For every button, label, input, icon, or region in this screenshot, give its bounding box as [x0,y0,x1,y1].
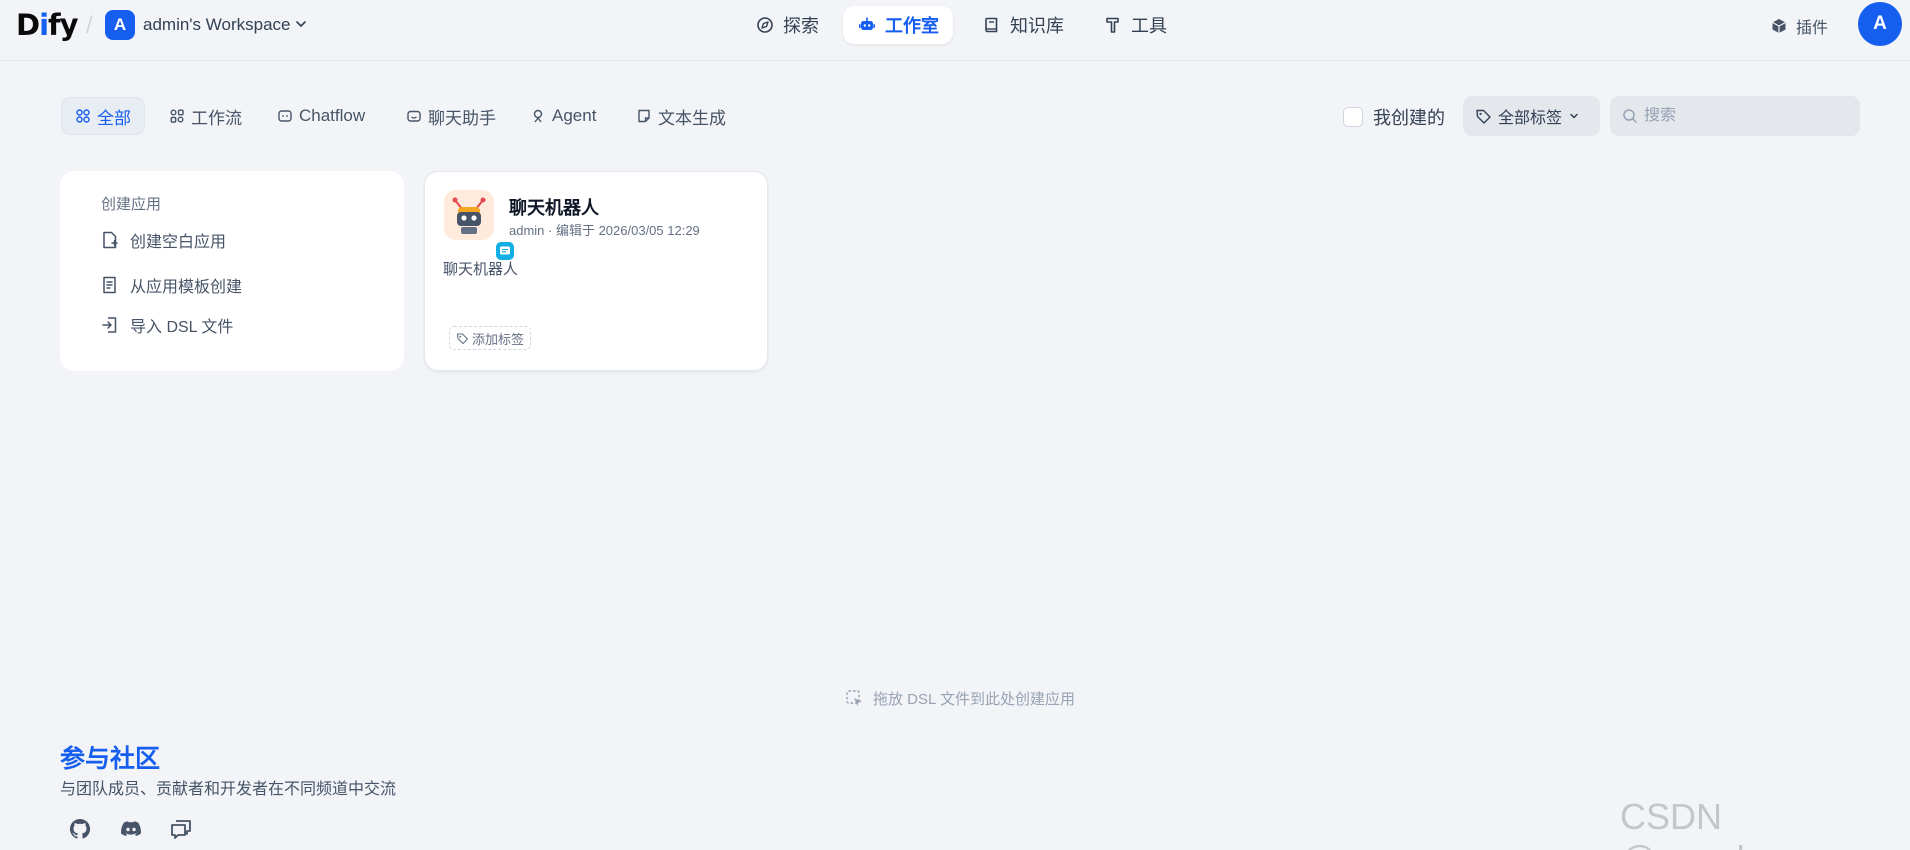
app-icon [444,190,516,262]
drop-hint-text: 拖放 DSL 文件到此处创建应用 [873,691,1075,708]
create-from-template-label: 从应用模板创建 [130,279,243,296]
nav-tools-label: 工具 [1131,16,1167,36]
cube-icon [1772,19,1786,33]
tab-text-generation-label: 文本生成 [658,108,726,128]
nav-explore[interactable]: 探索 [741,6,833,44]
tab-all-label: 全部 [97,108,131,128]
workspace-badge[interactable]: A [105,10,135,40]
nav-knowledge-label: 知识库 [1010,16,1064,36]
chevron-down-icon [1570,113,1578,119]
workflow-icon [170,109,184,123]
add-tag-button[interactable]: 添加标签 [449,326,532,350]
search-icon [1623,109,1637,123]
dify-logo[interactable]: Dify [16,8,79,42]
file-plus-icon [103,231,118,249]
plugin-button[interactable]: 插件 [1770,14,1828,38]
discord-icon[interactable] [117,817,145,841]
workspace-name[interactable]: admin's Workspace [143,15,291,35]
tab-chat-assistant[interactable]: 聊天助手 [392,97,510,135]
app-name: 聊天机器人 [509,198,599,218]
tag-icon [1476,109,1491,124]
plugin-label: 插件 [1796,20,1829,37]
import-icon [102,317,117,333]
csdn-watermark: CSDN @angelasp [1620,796,1803,850]
template-icon [103,276,116,294]
community-title: 参与社区 [60,745,161,773]
compass-icon [757,17,773,33]
tab-workflow[interactable]: 工作流 [155,97,256,135]
import-dsl-button[interactable]: 导入 DSL 文件 [100,313,233,337]
nav-tools[interactable]: 工具 [1089,6,1181,44]
tab-workflow-label: 工作流 [191,108,242,128]
nav-studio-label: 工作室 [885,16,939,36]
app-meta: admin · 编辑于 2026/03/05 12:29 [509,223,700,238]
nav-studio[interactable]: 工作室 [843,6,953,44]
search-box[interactable] [1610,96,1860,136]
robot-icon [859,17,875,30]
hammer-icon [1106,17,1119,33]
search-input[interactable] [1644,107,1844,125]
user-avatar[interactable]: A [1858,2,1902,46]
create-blank-app-label: 创建空白应用 [130,234,227,251]
create-app-card: 创建应用 创建空白应用 从应用模板创建 导入 DSL 文件 [60,171,404,371]
create-from-template-button[interactable]: 从应用模板创建 [100,273,242,297]
create-app-title: 创建应用 [101,196,162,213]
top-header: Dify / A admin's Workspace 探索 工作室 知识库 工具… [0,0,1910,61]
nav-explore-label: 探索 [783,16,819,36]
add-tag-label: 添加标签 [472,331,525,347]
tag-filter-label: 全部标签 [1498,110,1563,127]
tab-chat-assistant-label: 聊天助手 [428,108,496,128]
logo-text-d: D [16,8,40,42]
tab-agent-label: Agent [552,106,597,125]
forum-icon[interactable] [167,817,195,841]
tab-chatflow[interactable]: Chatflow [263,97,379,135]
community-description: 与团队成员、贡献者和开发者在不同频道中交流 [60,781,397,798]
logo-text-i: i [39,8,49,42]
grid-icon [76,109,90,123]
logo-text-fy: fy [48,8,79,42]
dsl-drop-zone-hint[interactable]: 拖放 DSL 文件到此处创建应用 [845,688,1075,709]
app-description: 聊天机器人 [443,261,519,278]
chatflow-icon [278,110,292,122]
created-by-me-label: 我创建的 [1373,108,1445,128]
breadcrumb-separator: / [86,12,93,39]
tab-agent[interactable]: Agent [516,97,610,135]
chat-bot-icon [407,110,421,122]
nav-knowledge[interactable]: 知识库 [968,6,1078,44]
robot-avatar-icon [444,190,494,240]
tab-all[interactable]: 全部 [61,97,145,135]
tag-filter-dropdown[interactable]: 全部标签 [1463,96,1600,136]
book-icon [985,17,998,33]
tab-chatflow-label: Chatflow [299,106,366,125]
github-icon[interactable] [66,817,94,841]
tag-icon [456,332,469,344]
agent-icon [533,109,543,123]
drag-drop-icon [846,689,862,706]
document-icon [638,109,650,123]
create-blank-app-button[interactable]: 创建空白应用 [100,228,226,252]
created-by-me-checkbox[interactable] [1343,107,1363,127]
import-dsl-label: 导入 DSL 文件 [130,319,234,336]
tab-text-generation[interactable]: 文本生成 [622,97,740,135]
app-card[interactable]: 聊天机器人 admin · 编辑于 2026/03/05 12:29 聊天机器人… [424,171,768,371]
chevron-down-icon[interactable] [295,18,307,30]
created-by-me-filter[interactable]: 我创建的 [1343,104,1445,130]
